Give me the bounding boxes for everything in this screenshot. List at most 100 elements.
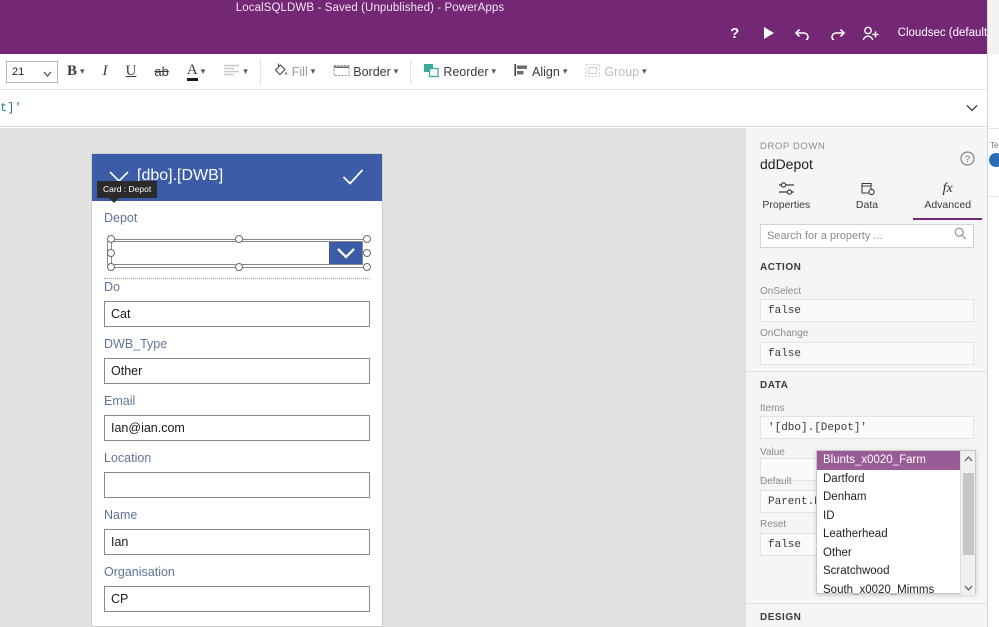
dropdown-option[interactable]: Leatherhead [817,525,962,544]
form-body: Depot Do Cat DWB_Type Other Email Ian@ia… [92,201,382,612]
prop-value-onchange[interactable]: false [760,342,974,365]
field-input[interactable]: Ian@ian.com [104,415,370,441]
chevron-down-icon: ▾ [243,66,248,76]
chevron-down-icon: ▾ [562,66,568,76]
card-tooltip: Card : Depot [97,181,158,203]
field-label: Name [104,508,138,522]
help-icon[interactable]: ? [726,22,744,44]
resize-handle-s[interactable] [235,263,243,271]
field-label: Depot [104,211,138,225]
prop-label-items: Items [760,403,785,414]
sliver-divider [988,196,999,197]
depot-dropdown-card[interactable] [104,234,371,279]
topbar-actions: ? Cloudsec (default) [726,22,991,44]
field-label: Email [104,394,136,408]
panel-divider [746,371,988,372]
dropdown-option[interactable]: Denham [817,488,962,507]
form-field-do: Do Cat [92,270,382,327]
app-canvas: [dbo].[DWB] Card : Depot Depot Do Cat DW… [0,128,745,627]
reorder-button[interactable]: Reorder ▾ [414,57,505,87]
form-field-dwb-type: DWB_Type Other [92,327,382,384]
dropdown-option[interactable]: South_x0020_Mimms [817,581,962,595]
formula-input[interactable]: t]' [0,101,957,115]
form-header: [dbo].[DWB] Card : Depot [92,154,382,203]
redo-icon[interactable] [828,22,846,44]
toolbar-divider [259,59,261,84]
account-name[interactable]: Cloudsec (default) [898,27,991,39]
play-icon[interactable] [760,22,778,44]
resize-handle-sw[interactable] [107,263,115,271]
field-input[interactable]: Other [104,358,370,384]
dropdown-chevron-down-icon[interactable] [329,242,362,264]
field-input[interactable]: Ian [104,529,370,555]
tab-properties[interactable]: Properties [746,176,827,218]
color-swatch[interactable] [989,153,999,167]
property-search[interactable] [760,224,974,248]
field-input[interactable]: Cat [104,301,370,327]
form-field-location: Location [92,441,382,498]
chevron-down-icon: ▾ [642,66,647,76]
resize-handle-nw[interactable] [107,235,115,243]
paint-bucket-icon [273,62,289,81]
dropdown-option[interactable]: Scratchwood [817,562,962,581]
dropdown-option[interactable]: Dartford [817,470,962,489]
form-field-email: Email Ian@ian.com [92,384,382,441]
tab-data[interactable]: Data [827,176,908,218]
prop-value-items[interactable]: '[dbo].[Depot]' [760,416,974,439]
font-size-select[interactable]: 21 [6,60,58,83]
depot-dropdown[interactable] [107,241,363,265]
tab-label: Data [855,199,879,211]
scroll-up-icon[interactable] [961,451,975,466]
resize-handle-e[interactable] [363,249,371,257]
dropdown-option[interactable]: ID [817,507,962,526]
dropdown-option[interactable]: Blunts_x0020_Farm [817,451,962,470]
resize-handle-se[interactable] [363,263,371,271]
section-title-design: DESIGN [760,612,802,623]
tab-label: Advanced [924,199,972,211]
fx-icon: fx [942,180,953,196]
undo-icon[interactable] [794,22,812,44]
bold-icon: B [67,63,78,79]
align-left-icon [223,64,240,79]
field-label: DWB_Type [104,337,168,351]
add-user-icon[interactable] [862,22,880,44]
bold-button[interactable]: B ▾ [58,57,94,87]
font-color-icon: A [186,62,198,81]
border-button[interactable]: Border ▾ [324,57,407,87]
secondary-panel-sliver: Te [987,0,999,627]
form-field-depot: Depot [92,201,382,234]
strikethrough-button[interactable]: ab [145,57,177,87]
formula-expand-chevron-down-icon[interactable] [957,99,987,117]
field-label: Do [104,280,120,294]
search-input[interactable] [767,230,954,242]
submit-check-icon[interactable] [342,168,364,191]
underline-button[interactable]: U [117,57,146,87]
scrollbar-thumb[interactable] [963,473,974,555]
prop-value-onselect[interactable]: false [760,299,974,322]
fill-button[interactable]: Fill ▾ [264,57,325,87]
sliver-divider [988,128,999,129]
dropdown-scrollbar[interactable] [960,451,975,595]
database-icon [860,180,875,197]
align-button[interactable]: Align ▾ [505,57,576,87]
help-circle-icon[interactable]: ? [960,151,975,171]
reorder-label: Reorder [443,64,489,79]
underline-icon: U [125,63,137,79]
scroll-down-icon[interactable] [961,580,976,595]
prop-label-onchange: OnChange [760,328,809,339]
tab-advanced[interactable]: fx Advanced [907,176,988,220]
resize-handle-ne[interactable] [363,235,371,243]
field-input[interactable] [104,472,370,498]
chevron-down-icon [43,68,52,80]
dropdown-option[interactable]: Other [817,544,962,563]
resize-handle-n[interactable] [235,235,243,243]
section-title-data: DATA [760,380,789,391]
italic-button[interactable]: I [94,57,117,87]
align-icon [514,63,529,80]
text-align-button[interactable]: ▾ [214,57,257,87]
group-button[interactable]: Group ▾ [576,57,655,87]
resize-handle-w[interactable] [107,249,115,257]
field-input[interactable]: CP [104,586,370,612]
align-label: Align [532,64,560,79]
font-color-button[interactable]: A ▾ [178,57,214,87]
